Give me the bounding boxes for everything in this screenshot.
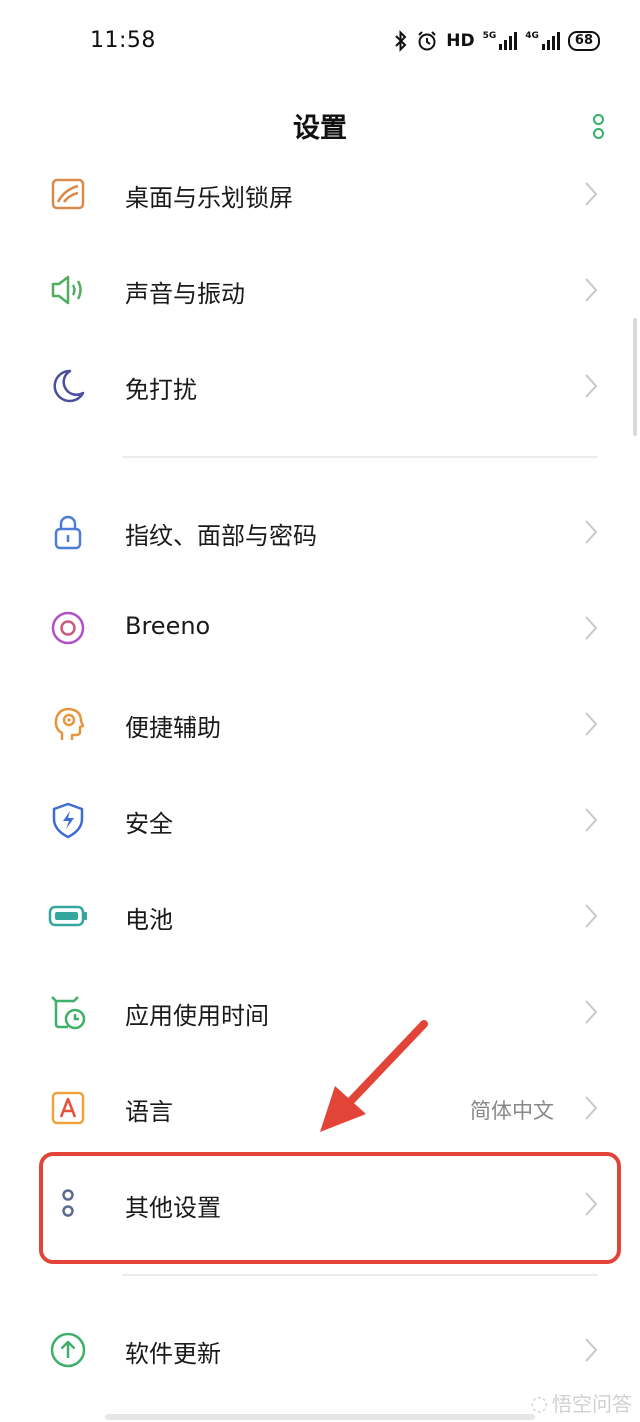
settings-item-sound[interactable]: 声音与振动: [0, 242, 640, 338]
watermark-text: 悟空问答: [552, 1392, 632, 1416]
watermark: ◌ 悟空问答: [531, 1388, 632, 1417]
status-time: 11:58: [90, 28, 156, 53]
signal-5g-icon: 5G: [483, 32, 518, 50]
lock-icon: [54, 515, 82, 550]
section-divider: [122, 1274, 598, 1276]
settings-item-dnd[interactable]: 免打扰: [0, 338, 640, 434]
battery-indicator: 68: [567, 31, 600, 51]
more-options-button[interactable]: [591, 114, 605, 142]
wallpaper-icon: [51, 178, 85, 210]
settings-item-label: 应用使用时间: [125, 1002, 269, 1030]
moon-icon: [53, 369, 85, 403]
annotation-arrow-icon: [320, 1020, 428, 1132]
update-icon: [50, 1332, 86, 1368]
settings-item-security[interactable]: 安全: [0, 772, 640, 868]
head-icon: [54, 707, 85, 740]
bluetooth-icon: [395, 30, 407, 52]
settings-item-label: 电池: [125, 906, 173, 934]
chevron-right-icon: [585, 904, 598, 928]
scrollbar[interactable]: [633, 318, 637, 436]
language-current-value: 简体中文: [470, 1099, 554, 1123]
chevron-right-icon: [585, 520, 598, 544]
highlight-box: [39, 1152, 621, 1264]
settings-item-label: 桌面与乐划锁屏: [125, 184, 293, 212]
settings-item-accessibility[interactable]: 便捷辅助: [0, 676, 640, 772]
signal-4g-icon: 4G: [525, 32, 560, 50]
settings-item-label: 便捷辅助: [125, 714, 221, 742]
status-icons: HD 5G 4G 68: [394, 28, 600, 54]
chevron-right-icon: [585, 1338, 598, 1362]
settings-item-label: 语言: [125, 1098, 173, 1126]
breeno-icon: [51, 611, 85, 645]
status-bar: 11:58 HD 5G 4G 68: [0, 0, 640, 84]
chevron-right-icon: [585, 374, 598, 398]
settings-item-label: Breeno: [125, 612, 211, 640]
home-indicator[interactable]: [105, 1414, 535, 1420]
settings-item-security-unlock[interactable]: 指纹、面部与密码: [0, 484, 640, 580]
chevron-right-icon: [585, 278, 598, 302]
settings-item-label: 软件更新: [125, 1340, 221, 1368]
settings-item-battery[interactable]: 电池: [0, 868, 640, 964]
speaker-icon: [51, 275, 82, 305]
page-title: 设置: [293, 113, 347, 144]
settings-item-label: 安全: [125, 810, 173, 838]
language-icon: [51, 1091, 85, 1125]
chevron-right-icon: [585, 808, 598, 832]
settings-item-label: 指纹、面部与密码: [125, 522, 317, 550]
settings-item-desktop[interactable]: 桌面与乐划锁屏: [0, 146, 640, 242]
settings-item-software-update[interactable]: 软件更新: [0, 1302, 640, 1398]
chevron-right-icon: [585, 182, 598, 206]
settings-item-breeno[interactable]: Breeno: [0, 580, 640, 676]
settings-item-label: 免打扰: [125, 376, 197, 404]
chevron-right-icon: [585, 1096, 598, 1120]
shield-icon: [52, 802, 84, 839]
hd-indicator: HD: [446, 31, 475, 51]
app-time-icon: [51, 996, 86, 1030]
watermark-logo-icon: ◌: [530, 1390, 548, 1415]
section-divider: [122, 456, 598, 458]
alarm-icon: [418, 31, 436, 51]
settings-item-label: 声音与振动: [125, 280, 245, 308]
chevron-right-icon: [585, 616, 598, 640]
battery-icon: [48, 905, 87, 927]
chevron-right-icon: [585, 1000, 598, 1024]
chevron-right-icon: [585, 712, 598, 736]
